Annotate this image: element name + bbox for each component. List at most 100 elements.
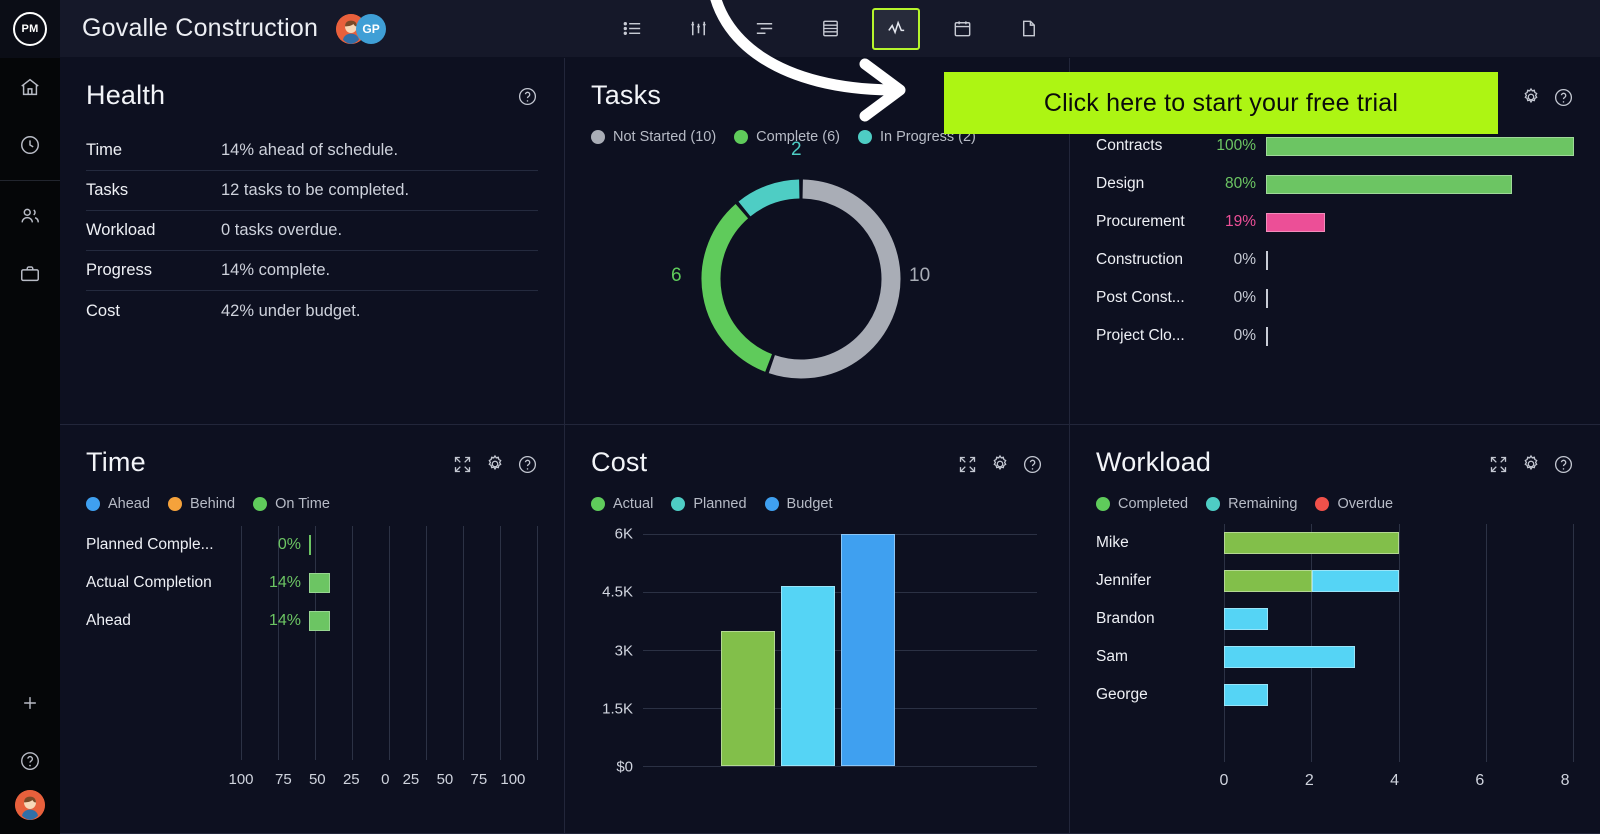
app-logo[interactable]: PM — [0, 0, 60, 58]
progress-phase-label: Procurement — [1096, 213, 1185, 230]
workload-chart: Mike Jennifer Brandon Sam George 0 2 4 6 8 — [1096, 524, 1574, 792]
progress-fill — [1266, 212, 1325, 232]
legend-swatch — [591, 130, 605, 144]
tab-dashboard[interactable] — [872, 7, 920, 50]
time-rows: Planned Comple... 0% Actual Completion 1… — [86, 526, 538, 640]
list-item: Ahead 14% — [86, 602, 538, 640]
tab-docs[interactable] — [1004, 8, 1052, 50]
time-row-value: 14% — [268, 574, 301, 591]
axis-tick-label: 6K — [614, 525, 633, 543]
help-circle-icon[interactable] — [517, 86, 538, 107]
progress-zero-marker — [1266, 326, 1268, 346]
progress-track — [1266, 250, 1574, 270]
help-button[interactable] — [0, 732, 60, 790]
briefcase-icon — [19, 263, 41, 285]
axis-tick-label: 100 — [228, 771, 254, 788]
help-circle-icon[interactable] — [517, 454, 538, 475]
progress-bar-list: Contracts 100% Design 80% Procurement 19… — [1096, 127, 1574, 355]
health-key: Progress — [86, 261, 153, 279]
workload-track — [1224, 570, 1574, 592]
workload-member-label: George — [1096, 686, 1148, 703]
legend-swatch — [764, 497, 779, 511]
health-table: Time 14% ahead of schedule. Tasks 12 tas… — [86, 131, 538, 331]
list-item: Design 80% — [1096, 165, 1574, 203]
health-header: Health — [86, 80, 538, 111]
legend-label: Ahead — [108, 496, 150, 512]
health-value: 42% under budget. — [221, 301, 361, 320]
progress-track — [1266, 288, 1574, 308]
workload-x-axis: 0 2 4 6 8 — [1220, 772, 1574, 790]
workload-rows: Mike Jennifer Brandon Sam George — [1096, 524, 1574, 714]
tab-calendar[interactable] — [938, 8, 986, 50]
plus-icon — [20, 693, 40, 713]
sidebar-item-timesheets[interactable] — [0, 116, 60, 174]
axis-tick-label: 4.5K — [602, 583, 633, 601]
rail-primary-group — [0, 58, 60, 303]
progress-phase-label: Construction — [1096, 251, 1184, 268]
progress-track — [1266, 212, 1574, 232]
time-row-label: Planned Comple... — [86, 536, 214, 553]
sidebar-item-projects[interactable] — [0, 245, 60, 303]
donut-label-not-started: 10 — [909, 265, 931, 286]
table-row: Time 14% ahead of schedule. — [86, 131, 538, 171]
workload-member-label: Jennifer — [1096, 572, 1152, 589]
progress-zero-marker — [1266, 250, 1268, 270]
axis-tick-label: $0 — [616, 758, 633, 776]
project-members: GP — [336, 13, 387, 44]
tab-gantt[interactable] — [740, 8, 788, 50]
legend-item-on-time: On Time — [253, 496, 330, 512]
legend-swatch — [1096, 497, 1110, 511]
calendar-icon — [954, 21, 970, 37]
tab-board[interactable] — [674, 8, 722, 50]
progress-phase-label: Project Clo... — [1096, 327, 1185, 344]
gear-icon[interactable] — [989, 453, 1011, 475]
tasks-title: Tasks — [591, 80, 662, 110]
account-avatar[interactable] — [15, 790, 45, 820]
workload-member-label: Mike — [1096, 534, 1129, 551]
axis-tick-label: 2 — [1304, 772, 1314, 789]
help-circle-icon[interactable] — [1022, 454, 1043, 475]
expand-icon[interactable] — [1488, 454, 1509, 475]
health-title: Health — [86, 80, 166, 110]
legend-item-ahead: Ahead — [86, 496, 150, 512]
progress-fill — [1266, 174, 1513, 194]
add-button[interactable] — [0, 674, 60, 732]
tab-list[interactable] — [608, 8, 656, 50]
expand-icon[interactable] — [452, 454, 473, 475]
member-avatar-gp[interactable]: GP — [356, 13, 387, 44]
health-value: 12 tasks to be completed. — [221, 181, 410, 199]
list-item: Jennifer — [1096, 562, 1574, 600]
sidebar-item-home[interactable] — [0, 58, 60, 116]
legend-item-completed: Completed — [1096, 496, 1188, 512]
help-circle-icon — [19, 750, 41, 772]
time-header-icons — [452, 447, 538, 475]
progress-value: 80% — [1224, 175, 1256, 192]
progress-phase-label: Post Const... — [1096, 289, 1185, 306]
legend-swatch — [857, 130, 872, 144]
free-trial-cta-button[interactable]: Click here to start your free trial — [944, 72, 1498, 134]
gear-icon[interactable] — [484, 453, 506, 475]
time-legend: Ahead Behind On Time — [86, 496, 538, 512]
gear-icon[interactable] — [1520, 453, 1542, 475]
axis-tick-label: 6 — [1475, 772, 1485, 789]
help-circle-icon[interactable] — [1553, 454, 1574, 475]
axis-tick-label: 100 — [500, 771, 526, 788]
sidebar-item-team[interactable] — [0, 187, 60, 245]
panel-health: Health Time 14% ahead of schedule. Tasks… — [60, 58, 565, 425]
table-row: Cost 42% under budget. — [86, 291, 538, 331]
cost-bars — [643, 534, 1037, 766]
workload-header: Workload — [1096, 447, 1574, 478]
legend-label: Remaining — [1228, 496, 1298, 512]
progress-value: 100% — [1216, 137, 1256, 154]
cta-label: Click here to start your free trial — [1043, 88, 1399, 117]
legend-item-behind: Behind — [167, 496, 235, 512]
legend-item-actual: Actual — [591, 496, 653, 512]
expand-icon[interactable] — [957, 454, 978, 475]
help-circle-icon[interactable] — [1553, 87, 1574, 108]
time-bar — [309, 573, 330, 593]
gear-icon[interactable] — [1520, 86, 1542, 108]
progress-value: 0% — [1233, 251, 1256, 268]
legend-label: Completed — [1118, 496, 1189, 512]
left-rail: PM — [0, 0, 60, 834]
tab-sheet[interactable] — [806, 8, 854, 50]
